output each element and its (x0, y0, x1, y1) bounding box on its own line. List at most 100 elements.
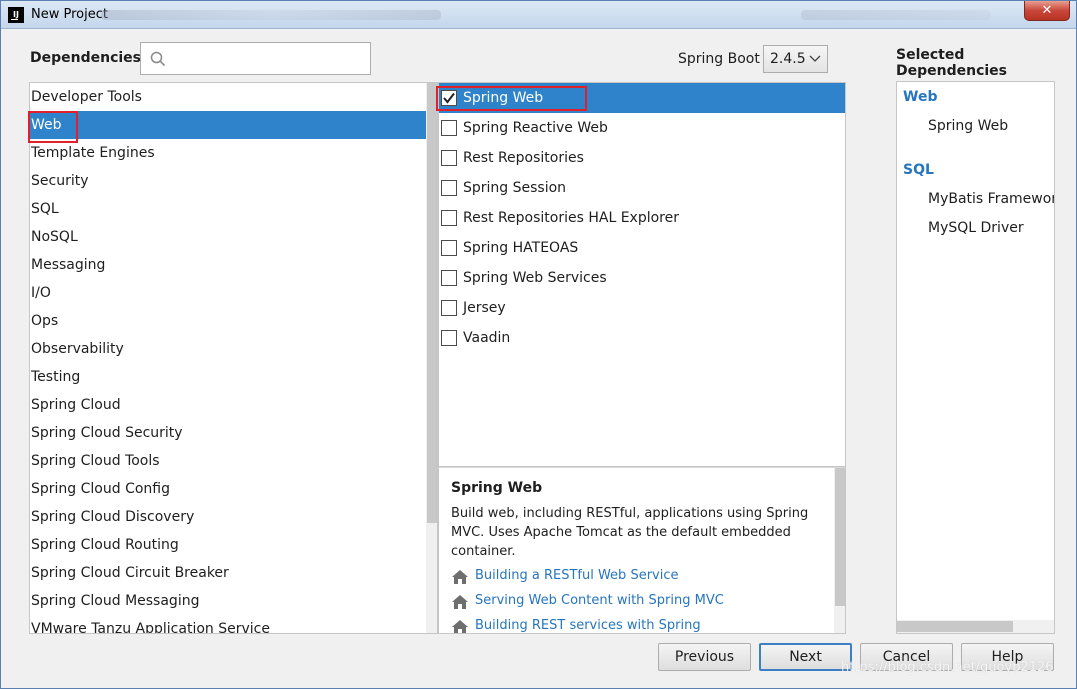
dependency-label: Rest Repositories (463, 150, 584, 166)
close-button[interactable]: ✕ (1024, 1, 1070, 21)
watermark-text: https://blog.csdn.net/guoyp2126 (841, 660, 1054, 675)
dependency-label: Spring HATEOAS (463, 240, 579, 256)
category-item-security[interactable]: Security (30, 167, 426, 195)
category-item-label: Observability (31, 341, 124, 357)
home-icon (452, 595, 468, 609)
dependency-item-spring-reactive-web[interactable]: Spring Reactive Web (439, 113, 845, 143)
checked-checkbox[interactable] (441, 90, 457, 106)
selected-item-mysql-driver[interactable]: MySQL Driver (928, 220, 1024, 236)
category-item-label: I/O (31, 285, 51, 301)
dependency-item-vaadin[interactable]: Vaadin (439, 323, 845, 353)
category-item-messaging[interactable]: Messaging (30, 251, 426, 279)
category-item-spring-cloud-discovery[interactable]: Spring Cloud Discovery (30, 503, 426, 531)
selected-item-mybatis-framework[interactable]: MyBatis Framework (928, 191, 1054, 207)
selected-dependencies-title: Selected Dependencies (896, 47, 1008, 79)
category-item-sql[interactable]: SQL (30, 195, 426, 223)
category-item-label: Web (31, 117, 62, 133)
category-item-spring-cloud-circuit-breaker[interactable]: Spring Cloud Circuit Breaker (30, 559, 426, 587)
selected-scrollbar-thumb[interactable] (897, 621, 1013, 632)
category-item-spring-cloud-tools[interactable]: Spring Cloud Tools (30, 447, 426, 475)
home-icon (452, 570, 468, 584)
category-scrollbar-thumb[interactable] (427, 83, 437, 523)
category-item-label: Ops (31, 313, 59, 329)
category-item-spring-cloud-messaging[interactable]: Spring Cloud Messaging (30, 587, 426, 615)
dependency-item-spring-hateoas[interactable]: Spring HATEOAS (439, 233, 845, 263)
category-item-label: Spring Cloud Circuit Breaker (31, 565, 229, 581)
category-item-label: Testing (31, 369, 81, 385)
category-item-developer-tools[interactable]: Developer Tools (30, 83, 426, 111)
description-body: Build web, including RESTful, applicatio… (451, 506, 809, 559)
category-item-label: Messaging (31, 257, 106, 273)
intellij-app-icon: IJ (8, 7, 24, 23)
dependency-label: Jersey (463, 300, 506, 316)
category-item-spring-cloud-config[interactable]: Spring Cloud Config (30, 475, 426, 503)
dependency-label: Vaadin (463, 330, 511, 346)
category-item-label: SQL (31, 201, 59, 217)
category-item-observability[interactable]: Observability (30, 335, 426, 363)
home-icon (452, 620, 468, 633)
dependency-item-jersey[interactable]: Jersey (439, 293, 845, 323)
spring-boot-version-select[interactable]: 2.4.5 (763, 45, 828, 73)
description-title: Spring Web (451, 480, 543, 496)
category-item-ops[interactable]: Ops (30, 307, 426, 335)
category-item-nosql[interactable]: NoSQL (30, 223, 426, 251)
checkbox[interactable] (441, 180, 457, 196)
dependency-item-spring-web[interactable]: Spring Web (439, 83, 845, 113)
checkbox[interactable] (441, 300, 457, 316)
dependency-item-spring-web-services[interactable]: Spring Web Services (439, 263, 845, 293)
selected-group-sql: SQL (903, 162, 934, 178)
description-scrollbar-thumb[interactable] (835, 468, 845, 606)
category-item-label: Spring Cloud Routing (31, 537, 179, 553)
category-scrollbar[interactable] (426, 83, 437, 633)
guide-link-label: Building a RESTful Web Service (475, 568, 679, 583)
selected-dependencies-panel: Web Spring Web SQL MyBatis Framework MySQL D… (896, 81, 1055, 634)
category-list: VMware Tanzu Application Service Spring C… (29, 82, 438, 634)
category-item-label: NoSQL (31, 229, 78, 245)
dependencies-label: Dependencies (30, 50, 142, 66)
checkbox[interactable] (441, 240, 457, 256)
category-item-vmware-tanzu-application-service[interactable]: VMware Tanzu Application Service (30, 615, 426, 634)
dependency-item-spring-session[interactable]: Spring Session (439, 173, 845, 203)
checkbox[interactable] (441, 150, 457, 166)
dependency-label: Spring Reactive Web (463, 120, 608, 136)
dependency-list: Spring Web Spring Reactive Web Rest Reposi… (438, 82, 846, 467)
previous-button[interactable]: Previous (658, 643, 751, 671)
category-item-label: Spring Cloud Discovery (31, 509, 195, 525)
checkmark-icon (443, 92, 455, 104)
blurred-title-region-right (801, 10, 991, 20)
selected-horizontal-scrollbar[interactable] (897, 620, 1054, 633)
checkbox[interactable] (441, 330, 457, 346)
checkbox[interactable] (441, 270, 457, 286)
title-bar[interactable]: IJ New Project ✕ (1, 1, 1076, 29)
next-button[interactable]: Next (759, 643, 852, 671)
category-item-label: Spring Cloud (31, 397, 121, 413)
dependency-item-rest-repositories-hal-explorer[interactable]: Rest Repositories HAL Explorer (439, 203, 845, 233)
category-item-spring-cloud[interactable]: Spring Cloud (30, 391, 426, 419)
category-item-label: Developer Tools (31, 89, 142, 105)
dependency-description: Spring Web Build web, including RESTful,… (438, 467, 846, 634)
category-item-spring-cloud-routing[interactable]: Spring Cloud Routing (30, 531, 426, 559)
dependency-label: Spring Web (463, 90, 544, 106)
next-button-label: Next (789, 649, 822, 665)
category-item-template-engines[interactable]: Template Engines (30, 139, 426, 167)
checkbox[interactable] (441, 210, 457, 226)
new-project-dialog: IJ New Project ✕ Dependencies Spring Boo… (0, 0, 1077, 689)
checkbox[interactable] (441, 120, 457, 136)
guide-link-label: Building REST services with Spring (475, 618, 701, 633)
category-item-testing[interactable]: Testing (30, 363, 426, 391)
category-item-spring-cloud-security[interactable]: Spring Cloud Security (30, 419, 426, 447)
previous-button-label: Previous (674, 649, 735, 665)
search-input[interactable] (173, 49, 363, 69)
chevron-down-icon (809, 55, 821, 62)
selected-item-spring-web[interactable]: Spring Web (928, 118, 1008, 134)
selected-group-web: Web (903, 89, 938, 105)
spring-boot-label: Spring Boot (678, 51, 760, 67)
guide-link-label: Serving Web Content with Spring MVC (475, 593, 724, 608)
description-scrollbar[interactable] (834, 468, 845, 633)
category-item-label: Security (31, 173, 89, 189)
category-item-web[interactable]: Web (30, 111, 426, 139)
search-field[interactable] (140, 42, 371, 75)
dependency-item-rest-repositories[interactable]: Rest Repositories (439, 143, 845, 173)
category-item-i-o[interactable]: I/O (30, 279, 426, 307)
category-item-label: VMware Tanzu Application Service (31, 621, 270, 634)
